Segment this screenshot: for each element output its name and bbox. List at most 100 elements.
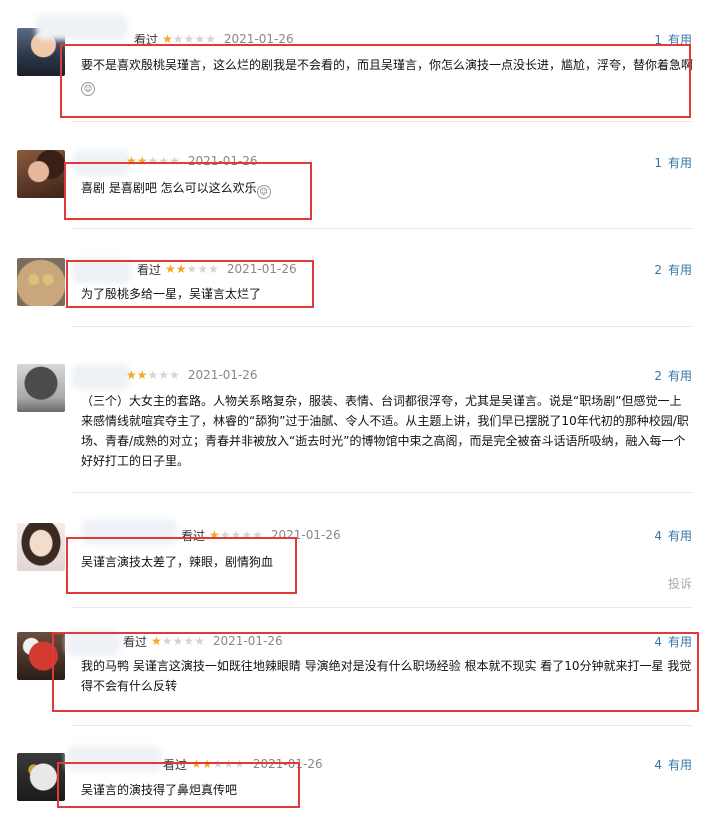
divider xyxy=(72,228,692,229)
watch-status: 看过 xyxy=(134,32,159,47)
star-empty-icon: ★ xyxy=(223,757,235,771)
vote-count: 1 xyxy=(654,32,662,47)
username-blurred xyxy=(72,364,130,390)
review-date: 2021-01-26 xyxy=(223,32,294,46)
star-empty-icon: ★ xyxy=(183,634,195,648)
avatar[interactable] xyxy=(17,258,65,306)
review-text: （三个）大女主的套路。人物关系略复杂，服装、表情、台词都很浮夸，尤其是吴谨言。说… xyxy=(81,394,689,468)
star-empty-icon: ★ xyxy=(186,262,198,276)
review-meta: 看过 ★★★★★ 2021-01-26 xyxy=(134,31,294,47)
useful-votes[interactable]: 1 有用 xyxy=(654,31,692,48)
star-filled-icon: ★ xyxy=(201,757,213,771)
review-date: 2021-01-26 xyxy=(187,368,258,382)
watch-status: 看过 xyxy=(123,634,148,649)
vote-count: 4 xyxy=(654,757,662,772)
useful-votes[interactable]: 4 有用 xyxy=(654,756,692,773)
star-empty-icon: ★ xyxy=(169,368,180,382)
rating-stars: ★★★★★ xyxy=(162,32,216,46)
star-filled-icon: ★ xyxy=(165,262,176,276)
divider xyxy=(72,121,692,122)
review-meta: ★★★★★ 2021-01-26 xyxy=(126,367,258,383)
star-empty-icon: ★ xyxy=(194,634,205,648)
review-meta: 看过 ★★★★★ 2021-01-26 xyxy=(123,633,283,649)
username-blurred xyxy=(82,519,178,545)
star-empty-icon: ★ xyxy=(158,154,170,168)
review-date: 2021-01-26 xyxy=(187,154,258,168)
rating-stars: ★★★★★ xyxy=(191,757,245,771)
review-text: 吴谨言演技太差了，辣眼，剧情狗血 xyxy=(81,555,274,569)
username-blurred xyxy=(66,746,162,772)
useful-button[interactable]: 有用 xyxy=(668,756,692,773)
star-empty-icon: ★ xyxy=(147,154,159,168)
review-date: 2021-01-26 xyxy=(270,528,341,542)
useful-button[interactable]: 有用 xyxy=(668,31,692,48)
divider xyxy=(72,326,692,327)
review-text: 吴谨言的演技得了鼻炟真传吧 xyxy=(81,783,238,797)
star-empty-icon: ★ xyxy=(241,528,253,542)
star-empty-icon: ★ xyxy=(205,32,216,46)
smile-emoji-icon: ☺ xyxy=(81,82,95,96)
review-meta: 看过 ★★★★★ 2021-01-26 xyxy=(137,261,297,277)
divider xyxy=(72,492,692,493)
useful-votes[interactable]: 2 有用 xyxy=(654,261,692,278)
review-text: 喜剧 是喜剧吧 怎么可以这么欢乐 ☺ xyxy=(81,178,693,199)
review-meta: 看过 ★★★★★ 2021-01-26 xyxy=(181,527,341,543)
avatar[interactable] xyxy=(17,753,65,801)
star-empty-icon: ★ xyxy=(172,634,184,648)
vote-count: 4 xyxy=(654,528,662,543)
star-empty-icon: ★ xyxy=(208,262,219,276)
star-empty-icon: ★ xyxy=(161,634,173,648)
rating-stars: ★★★★★ xyxy=(209,528,263,542)
review-text: 为了殷桃多给一星，吴谨言太烂了 xyxy=(81,287,262,301)
avatar[interactable] xyxy=(17,632,65,680)
username-blurred xyxy=(72,258,132,284)
avatar[interactable] xyxy=(17,150,65,198)
rating-stars: ★★★★★ xyxy=(151,634,205,648)
useful-votes[interactable]: 4 有用 xyxy=(654,633,692,650)
star-empty-icon: ★ xyxy=(252,528,263,542)
star-filled-icon: ★ xyxy=(136,368,148,382)
useful-button[interactable]: 有用 xyxy=(668,527,692,544)
review-text: 要不是喜欢殷桃吴瑾言，这么烂的剧我是不会看的，而且吴瑾言，你怎么演技一点没长进，… xyxy=(81,55,693,96)
avatar[interactable] xyxy=(17,523,65,571)
report-link[interactable]: 投诉 xyxy=(668,575,692,592)
laugh-emoji-icon: ☺ xyxy=(256,185,271,199)
star-empty-icon: ★ xyxy=(183,32,195,46)
rating-stars: ★★★★★ xyxy=(165,262,219,276)
review-date: 2021-01-26 xyxy=(226,262,297,276)
useful-button[interactable]: 有用 xyxy=(668,154,692,171)
vote-count: 2 xyxy=(654,262,662,277)
star-filled-icon: ★ xyxy=(126,154,137,168)
divider xyxy=(72,725,692,726)
star-filled-icon: ★ xyxy=(162,32,173,46)
star-filled-icon: ★ xyxy=(126,368,137,382)
star-empty-icon: ★ xyxy=(158,368,170,382)
star-empty-icon: ★ xyxy=(219,528,231,542)
watch-status: 看过 xyxy=(181,528,206,543)
star-empty-icon: ★ xyxy=(147,368,159,382)
vote-count: 4 xyxy=(654,634,662,649)
vote-count: 1 xyxy=(654,155,662,170)
useful-button[interactable]: 有用 xyxy=(668,367,692,384)
useful-button[interactable]: 有用 xyxy=(668,261,692,278)
rating-stars: ★★★★★ xyxy=(126,154,180,168)
star-filled-icon: ★ xyxy=(175,262,187,276)
useful-button[interactable]: 有用 xyxy=(668,633,692,650)
useful-votes[interactable]: 4 有用 xyxy=(654,527,692,544)
username-blurred xyxy=(36,14,128,40)
watch-status: 看过 xyxy=(137,262,162,277)
username-blurred xyxy=(66,630,120,656)
review-text: 我的马鸭 吴谨言这演技一如既往地辣眼睛 导演绝对是没有什么职场经验 根本就不现实… xyxy=(81,659,692,693)
username-blurred xyxy=(72,150,130,176)
avatar[interactable] xyxy=(17,364,65,412)
useful-votes[interactable]: 1 有用 xyxy=(654,154,692,171)
star-empty-icon: ★ xyxy=(169,154,180,168)
rating-stars: ★★★★★ xyxy=(126,368,180,382)
star-filled-icon: ★ xyxy=(191,757,202,771)
star-filled-icon: ★ xyxy=(136,154,148,168)
star-empty-icon: ★ xyxy=(230,528,242,542)
star-empty-icon: ★ xyxy=(212,757,224,771)
review-meta: 看过 ★★★★★ 2021-01-26 xyxy=(163,756,323,772)
review-date: 2021-01-26 xyxy=(252,757,323,771)
useful-votes[interactable]: 2 有用 xyxy=(654,367,692,384)
